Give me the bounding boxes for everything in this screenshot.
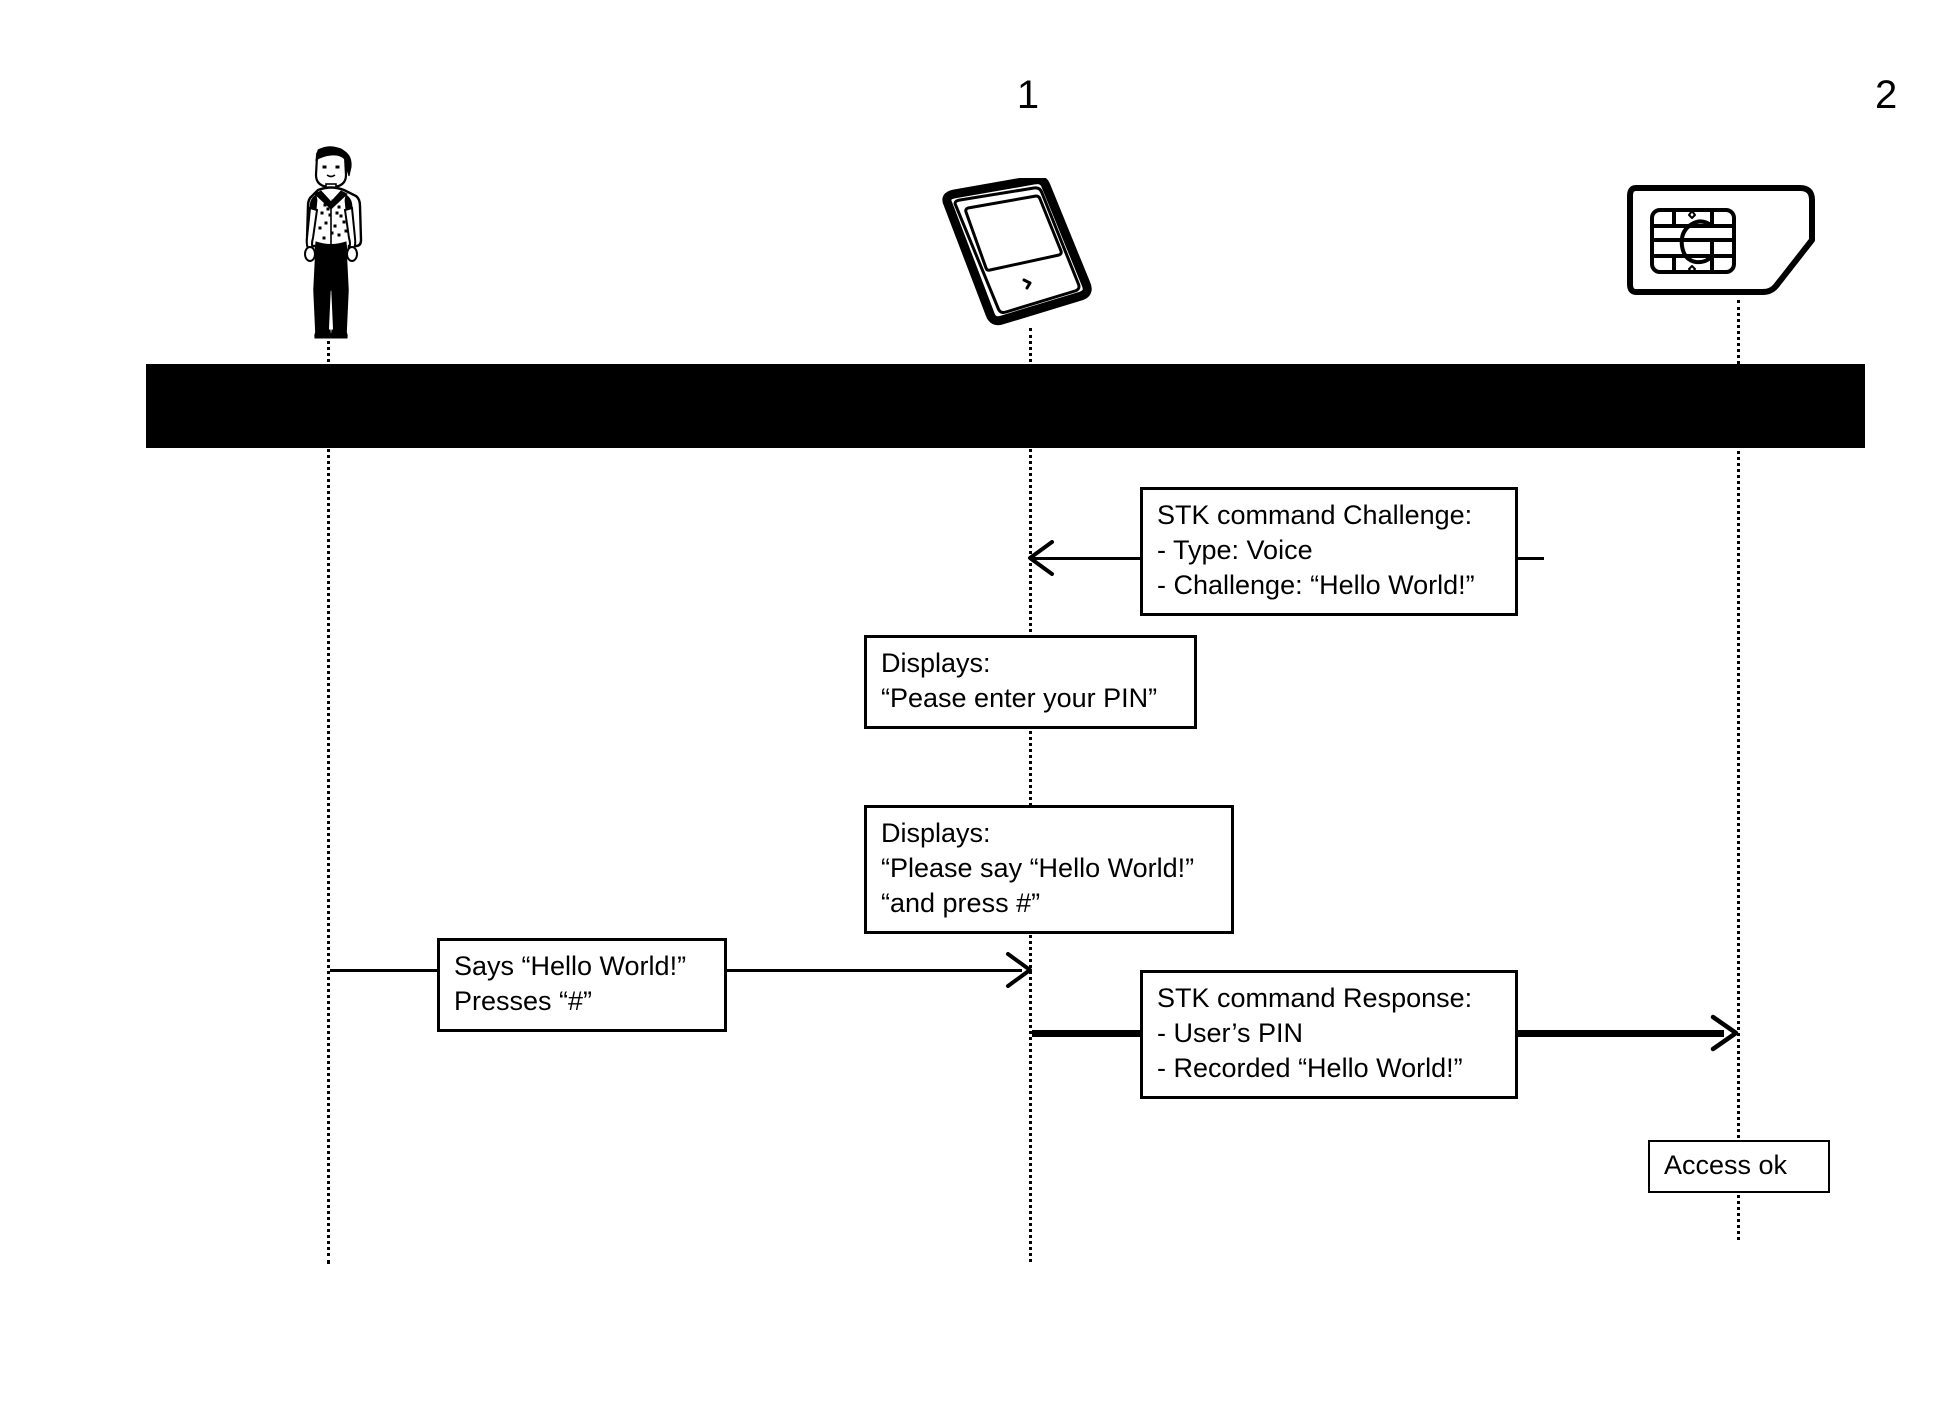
- arrowhead-right-stk-response: [1705, 1014, 1745, 1052]
- actor-number-sim: 2: [1875, 73, 1898, 117]
- black-separator-bar: [146, 364, 1865, 448]
- message-box-stk-response: STK command Response: - User’s PIN - Rec…: [1140, 970, 1518, 1100]
- sequence-diagram-canvas: 1 2 STK command Challenge: - Type: Voice…: [0, 0, 1958, 1401]
- person-icon: [288, 142, 374, 342]
- lifeline-phone: [1029, 328, 1032, 1262]
- message-box-access-ok: Access ok: [1648, 1140, 1830, 1194]
- message-box-displays-say-hello: Displays: “Please say “Hello World!” “an…: [864, 805, 1234, 935]
- lifeline-user: [327, 334, 330, 1264]
- arrowhead-right-user-says: [1000, 952, 1040, 988]
- message-box-displays-pin: Displays: “Pease enter your PIN”: [864, 635, 1197, 730]
- actor-number-phone: 1: [1016, 73, 1040, 117]
- mobile-phone-icon: [930, 175, 1102, 330]
- message-line-stk-response-right: [1516, 1030, 1724, 1037]
- message-box-stk-challenge: STK command Challenge: - Type: Voice - C…: [1140, 487, 1518, 617]
- message-line-stk-response-left: [1032, 1030, 1141, 1037]
- message-line-user-says-left: [330, 969, 440, 972]
- arrowhead-left-stk-challenge: [1018, 540, 1058, 576]
- message-line-user-says-right: [727, 969, 1022, 972]
- sim-card-icon: [1626, 182, 1822, 298]
- message-box-user-says-hello: Says “Hello World!” Presses “#”: [437, 938, 727, 1033]
